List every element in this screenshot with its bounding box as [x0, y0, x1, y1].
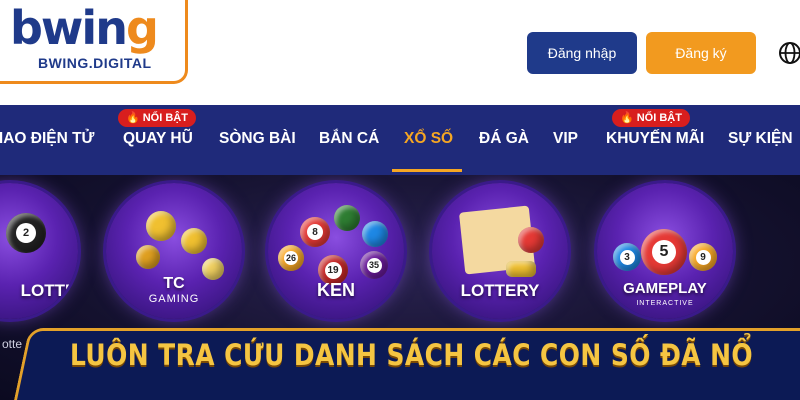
main-nav: HAO ĐIỆN TỬ 🔥 NỔI BẬT QUAY HŨ SÒNG BÀI BẮ…	[0, 105, 800, 175]
login-button[interactable]: Đăng nhập	[527, 32, 637, 74]
nav-item-vip[interactable]: VIP	[553, 130, 578, 160]
globe-icon[interactable]	[778, 41, 800, 65]
lottery-ball	[146, 211, 176, 241]
nav-item-ban-ca[interactable]: BẮN CÁ	[319, 130, 379, 160]
lottery-ball	[181, 228, 207, 254]
lottery-ball	[362, 221, 388, 247]
game-card-sublabel: GAMING	[148, 293, 200, 305]
nav-item-quay-hu[interactable]: QUAY HŨ	[123, 130, 193, 160]
game-card-tc-gaming[interactable]: TC GAMING	[106, 183, 242, 319]
lottery-ball: 5	[641, 229, 687, 275]
lottery-ball: 35	[360, 251, 388, 279]
lottery-ball: 26	[278, 245, 304, 271]
active-tab-indicator	[392, 169, 462, 172]
game-card-label: LOTTERY	[460, 281, 540, 300]
nav-item-da-ga[interactable]: ĐÁ GÀ	[479, 130, 529, 160]
lottery-ball: 2	[6, 213, 46, 253]
nav-item-dien-tu[interactable]: HAO ĐIỆN TỬ	[0, 130, 94, 160]
nav-item-song-bai[interactable]: SÒNG BÀI	[219, 130, 296, 160]
game-card-lottery[interactable]: LOTTERY	[432, 183, 568, 319]
register-button[interactable]: Đăng ký	[646, 32, 756, 74]
headline-text: LUÔN TRA CỨU DANH SÁCH CÁC CON SỐ ĐÃ NỔ	[70, 338, 754, 372]
nav-item-xo-so[interactable]: XỔ SỐ	[404, 130, 453, 160]
logo[interactable]: bwing BWING.DIGITAL	[0, 0, 188, 84]
hot-badge: 🔥 NỔI BẬT	[118, 109, 196, 127]
game-card-keno[interactable]: 8 19 35 26 KEN	[268, 183, 404, 319]
hot-badge: 🔥 NỔI BẬT	[612, 109, 690, 127]
game-card-lottery[interactable]: 2 LOTTERY	[0, 183, 78, 319]
game-card-label: KEN	[316, 280, 355, 300]
site-header: bwing BWING.DIGITAL Đăng nhập Đăng ký	[0, 0, 800, 105]
nav-item-khuyen-mai[interactable]: KHUYẾN MÃI	[606, 130, 704, 160]
nav-item-su-kien[interactable]: SỰ KIỆN	[728, 130, 793, 160]
logo-wordmark: bwing	[10, 1, 159, 55]
game-card-label: TC	[163, 275, 185, 292]
card-caption-fragment: otte	[2, 337, 23, 351]
lottery-ball: 9	[689, 243, 717, 271]
game-card-sublabel: INTERACTIVE	[636, 300, 694, 307]
flame-icon: 🔥	[620, 112, 634, 124]
game-card-gameplay[interactable]: 3 5 9 GAMEPLAY INTERACTIVE	[597, 183, 733, 319]
coin-stack-icon	[506, 261, 536, 277]
lottery-ball: 8	[300, 217, 330, 247]
lottery-ball	[136, 245, 160, 269]
lottery-ball	[518, 227, 544, 253]
logo-subtitle: BWING.DIGITAL	[38, 55, 152, 71]
lottery-ball: 3	[613, 243, 641, 271]
flame-icon: 🔥	[126, 112, 140, 124]
game-card-label: GAMEPLAY	[623, 280, 707, 297]
lottery-ball	[334, 205, 360, 231]
game-card-label: LOTTERY	[20, 281, 78, 300]
